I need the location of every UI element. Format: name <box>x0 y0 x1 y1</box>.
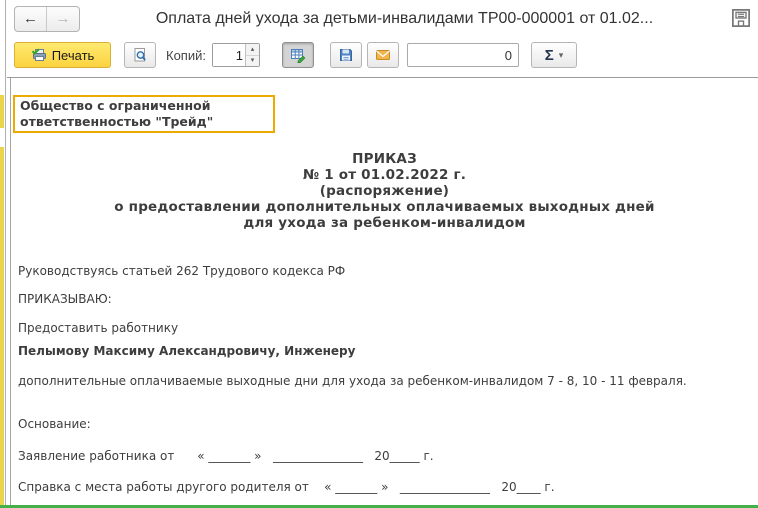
document-left-border <box>10 78 11 505</box>
paragraph-order-word: ПРИКАЗЫВАЮ: <box>18 292 112 306</box>
heading-subject-2: для ухода за ребенком-инвалидом <box>243 215 526 231</box>
arrow-right-icon: → <box>55 10 71 27</box>
titlebar: ← → Оплата дней ухода за детьми-инвалида… <box>7 0 758 38</box>
envelope-icon <box>375 50 390 60</box>
document-area[interactable]: Общество с ограниченной ответственностью… <box>7 77 758 505</box>
save-window-button[interactable] <box>729 7 753 31</box>
printer-icon <box>31 48 46 61</box>
preview-icon <box>134 48 146 62</box>
copies-spinner: ▴ ▾ <box>244 44 259 66</box>
sigma-button[interactable]: Σ ▾ <box>530 42 577 68</box>
arrow-left-icon: ← <box>23 10 38 27</box>
paragraph-legal-basis: Руководствуясь статьей 262 Трудового код… <box>18 264 346 278</box>
company-cell[interactable]: Общество с ограниченной ответственностью… <box>13 95 275 133</box>
copies-input[interactable] <box>212 44 245 66</box>
print-preview-button[interactable] <box>124 42 156 68</box>
print-button[interactable]: Печать <box>14 42 111 68</box>
copies-label: Копий: <box>166 47 206 63</box>
heading-title: ПРИКАЗ <box>352 151 417 167</box>
floppy-outline-icon <box>732 8 750 27</box>
window-title: Оплата дней ухода за детьми-инвалидами Т… <box>155 10 654 27</box>
heading-subject-1: о предоставлении дополнительных оплачива… <box>114 199 655 215</box>
spin-down-button[interactable]: ▾ <box>245 55 259 66</box>
sigma-icon: Σ <box>544 46 554 64</box>
paragraph-certificate-blank: Справка с места работы другого родителя … <box>18 480 555 494</box>
floppy-disk-icon <box>339 49 352 61</box>
nav-history-group: ← → <box>14 6 80 32</box>
sum-indicator-field[interactable] <box>406 43 519 67</box>
spin-up-button[interactable]: ▴ <box>245 44 259 56</box>
save-file-button[interactable] <box>329 42 362 68</box>
background-window-field <box>0 95 4 128</box>
order-heading: ПРИКАЗ № 1 от 01.02.2022 г. (распоряжени… <box>11 151 758 231</box>
heading-subtitle: (распоряжение) <box>319 183 450 199</box>
copies-spinbox: ▴ ▾ <box>211 43 260 67</box>
heading-number-date: № 1 от 01.02.2022 г. <box>302 167 467 183</box>
back-button[interactable]: ← <box>15 7 47 31</box>
forward-button[interactable]: → <box>47 7 79 31</box>
table-edit-icon <box>290 49 306 63</box>
background-window-field <box>0 147 4 505</box>
edit-table-button[interactable] <box>281 42 314 68</box>
paragraph-provide: Предоставить работнику <box>18 321 179 335</box>
paragraph-basis-label: Основание: <box>18 417 91 431</box>
chevron-down-icon: ▾ <box>558 49 564 60</box>
background-window-edge[interactable] <box>0 0 6 508</box>
print-button-label: Печать <box>51 47 95 63</box>
paragraph-statement-blank: Заявление работника от « _______ » _____… <box>18 449 434 463</box>
employee-name: Пелымову Максиму Александровичу, Инженер… <box>18 344 356 358</box>
toolbar: Печать Копий: ▴ ▾ <box>7 39 758 71</box>
email-button[interactable] <box>366 42 399 68</box>
paragraph-days: дополнительные оплачиваемые выходные дни… <box>18 374 687 388</box>
